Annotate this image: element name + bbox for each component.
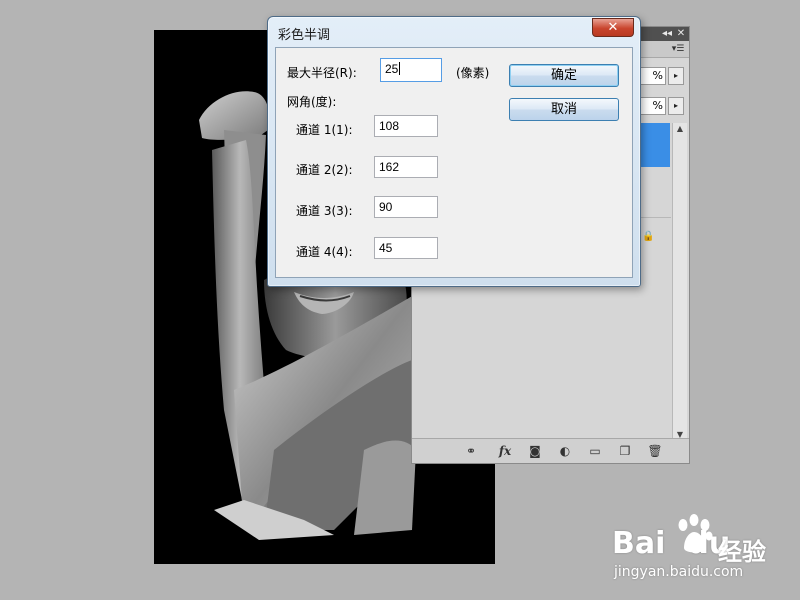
collapse-panel-icon[interactable]: ◂◂ (661, 28, 673, 40)
dialog-body: 最大半径(R): 25 (像素) 网角(度): 通道 1(1): 108 通道 … (275, 47, 633, 278)
text-caret (399, 62, 401, 75)
panel-menu-icon[interactable]: ▾☰ (671, 44, 685, 54)
channel-4-label: 通道 4(4): (296, 245, 353, 259)
channel-4-input[interactable]: 45 (374, 237, 438, 259)
trash-icon[interactable]: 🗑 (646, 443, 664, 459)
channel-3-label: 通道 3(3): (296, 204, 353, 218)
divider (640, 217, 671, 218)
baidu-paw-icon (678, 514, 713, 553)
max-radius-label: 最大半径(R): (287, 66, 357, 80)
max-radius-value: 25 (385, 62, 399, 76)
color-halftone-dialog: 彩色半调 ✕ 最大半径(R): 25 (像素) 网角(度): 通道 1(1): … (267, 16, 641, 287)
link-layers-icon[interactable]: ⚭ (462, 443, 480, 459)
fill-suffix: % (652, 99, 663, 112)
dialog-title: 彩色半调 (278, 28, 331, 43)
opacity-suffix: % (652, 69, 663, 82)
max-radius-input[interactable]: 25 (380, 58, 442, 82)
layers-footer: ⚭ fx ◙ ◐ ▭ ❐ 🗑 (412, 438, 689, 463)
channel-2-label: 通道 2(2): (296, 163, 353, 177)
logo-bai: Bai (612, 526, 666, 561)
layers-scrollbar[interactable]: ▲ ▼ (672, 123, 687, 441)
watermark-brand: 经验 (718, 538, 766, 566)
selected-layer-row[interactable] (640, 123, 670, 167)
watermark-url: jingyan.baidu.com (614, 564, 744, 580)
adjustment-layer-icon[interactable]: ◐ (556, 443, 574, 459)
add-mask-icon[interactable]: ◙ (526, 443, 544, 459)
channel-2-input[interactable]: 162 (374, 156, 438, 178)
opacity-field[interactable]: % (640, 67, 666, 85)
close-icon: ✕ (607, 20, 619, 35)
close-panel-icon[interactable]: ✕ (675, 28, 687, 40)
fill-stepper-icon[interactable]: ▸ (668, 97, 684, 115)
opacity-stepper-icon[interactable]: ▸ (668, 67, 684, 85)
lock-icon[interactable]: 🔒 (642, 231, 654, 243)
ok-button[interactable]: 确定 (509, 64, 619, 87)
channel-3-input[interactable]: 90 (374, 196, 438, 218)
new-group-icon[interactable]: ▭ (586, 443, 604, 459)
dialog-close-button[interactable]: ✕ (592, 18, 634, 37)
channel-1-label: 通道 1(1): (296, 123, 353, 137)
screen-angles-label: 网角(度): (287, 95, 337, 109)
channel-1-input[interactable]: 108 (374, 115, 438, 137)
fx-icon[interactable]: fx (494, 443, 516, 459)
unit-label: (像素) (456, 66, 490, 80)
scroll-up-icon[interactable]: ▲ (673, 123, 687, 135)
fill-field[interactable]: % (640, 97, 666, 115)
baidu-watermark: Bai du 经验 jingyan.baidu.com (612, 512, 788, 584)
new-layer-icon[interactable]: ❐ (616, 443, 634, 459)
cancel-button[interactable]: 取消 (509, 98, 619, 121)
